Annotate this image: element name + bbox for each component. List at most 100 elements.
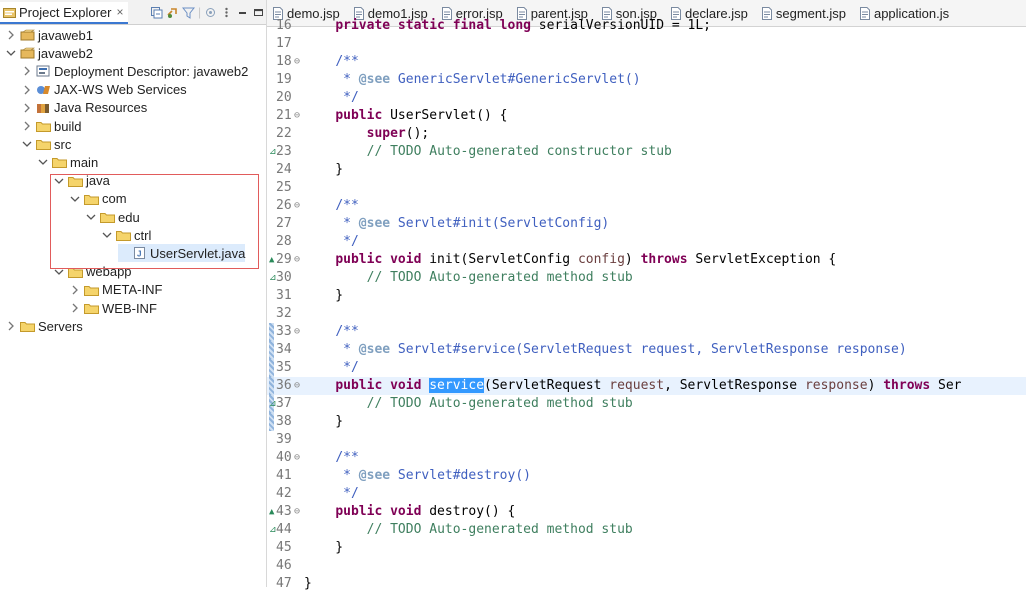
code-line[interactable]: ⊿ 44 // TODO Auto-generated method stub	[267, 521, 1026, 539]
code-line[interactable]: 25	[267, 179, 1026, 197]
code-line[interactable]: 46	[267, 557, 1026, 575]
fold-toggle-icon[interactable]: ⊖	[294, 251, 300, 269]
fold-toggle-icon[interactable]: ⊖	[294, 503, 300, 521]
tree-item-label: javaweb1	[38, 27, 93, 43]
code-line[interactable]: ⊿ 37 // TODO Auto-generated method stub	[267, 395, 1026, 413]
code-line[interactable]: 31 }	[267, 287, 1026, 305]
tree-item[interactable]: META-INF	[70, 281, 162, 299]
tree-item[interactable]: javaweb2	[6, 44, 93, 62]
code-token: @see	[358, 468, 391, 483]
folder-icon	[84, 285, 99, 296]
code-line[interactable]: 36 ⊖ public void service(ServletRequest r…	[267, 377, 1026, 395]
tab-project-explorer[interactable]: Project Explorer ×	[0, 2, 128, 24]
chevron-right-icon[interactable]	[22, 103, 32, 113]
tree-item[interactable]: main	[38, 153, 98, 171]
fold-toggle-icon[interactable]: ⊖	[294, 107, 300, 125]
code-line[interactable]: 17	[267, 35, 1026, 53]
tree-item[interactable]: JAX-WS Web Services	[22, 81, 187, 99]
chevron-right-icon[interactable]	[70, 303, 80, 313]
code-line[interactable]: 20 */	[267, 89, 1026, 107]
line-number: 21	[276, 108, 292, 123]
code-token: ();	[405, 126, 430, 141]
fold-toggle-icon[interactable]: ⊖	[294, 197, 300, 215]
code-line[interactable]: 38 }	[267, 413, 1026, 431]
chevron-right-icon[interactable]	[6, 321, 16, 331]
filter-icon[interactable]	[182, 6, 195, 19]
tree-item[interactable]: Servers	[6, 317, 83, 335]
code-line[interactable]: 18 ⊖ /**	[267, 53, 1026, 71]
folder-icon	[20, 322, 35, 333]
chevron-down-icon[interactable]	[38, 157, 48, 167]
maximize-icon[interactable]	[252, 6, 265, 19]
code-line[interactable]: 40 ⊖ /**	[267, 449, 1026, 467]
library-icon	[37, 103, 49, 113]
fold-toggle-icon[interactable]: ⊖	[294, 449, 300, 467]
folder-icon	[84, 304, 99, 314]
explorer-toolbar: |	[150, 5, 265, 19]
code-line[interactable]: 32	[267, 305, 1026, 323]
code-line[interactable]: 47}	[267, 575, 1026, 593]
code-text: /**	[304, 449, 358, 467]
code-token: // TODO Auto-generated method stub	[366, 396, 633, 411]
line-number: 31	[276, 288, 292, 303]
code-token: *	[304, 342, 359, 357]
code-line[interactable]: ▲ 29 ⊖ public void init(ServletConfig conf…	[267, 251, 1026, 269]
code-line[interactable]: 39	[267, 431, 1026, 449]
code-line[interactable]: 27 * @see Servlet#init(ServletConfig)	[267, 215, 1026, 233]
code-line[interactable]: 28 */	[267, 233, 1026, 251]
tree-item[interactable]: src	[22, 135, 71, 153]
code-line[interactable]: 41 * @see Servlet#destroy()	[267, 467, 1026, 485]
code-line[interactable]: 45 }	[267, 539, 1026, 557]
code-line[interactable]: ⊿ 23 // TODO Auto-generated constructor s…	[267, 143, 1026, 161]
chevron-right-icon[interactable]	[22, 85, 32, 95]
minimize-icon[interactable]	[236, 6, 249, 19]
tree-item-label: javaweb2	[38, 45, 93, 61]
collapse-all-icon[interactable]	[150, 6, 163, 19]
chevron-down-icon[interactable]	[22, 139, 32, 149]
code-text: public UserServlet() {	[304, 107, 507, 125]
override-marker-icon[interactable]: ▲	[269, 503, 274, 521]
tree-item[interactable]: build	[22, 117, 81, 135]
code-area[interactable]: 16 private static final long serialVersi…	[267, 18, 1026, 591]
code-line[interactable]: 21 ⊖ public UserServlet() {	[267, 107, 1026, 125]
fold-toggle-icon[interactable]: ⊖	[294, 323, 300, 341]
code-line[interactable]: ▲ 43 ⊖ public void destroy() {	[267, 503, 1026, 521]
code-line[interactable]: 16 private static final long serialVersi…	[267, 17, 1026, 35]
code-token: private static final long	[335, 18, 531, 33]
chevron-right-icon[interactable]	[22, 66, 32, 76]
tree-item[interactable]: Java Resources	[22, 99, 147, 117]
link-with-editor-icon[interactable]	[166, 6, 179, 19]
fold-toggle-icon[interactable]: ⊖	[294, 377, 300, 395]
tree-item[interactable]: javaweb1	[6, 26, 93, 44]
tree-item-label: JAX-WS Web Services	[54, 82, 187, 98]
view-menu-icon[interactable]	[220, 6, 233, 19]
chevron-right-icon[interactable]	[70, 285, 80, 295]
code-line[interactable]: 22 super();	[267, 125, 1026, 143]
code-line[interactable]: ⊿ 30 // TODO Auto-generated method stub	[267, 269, 1026, 287]
code-line[interactable]: 33 ⊖ /**	[267, 323, 1026, 341]
code-text: /**	[304, 53, 358, 71]
chevron-down-icon[interactable]	[6, 48, 16, 58]
code-line[interactable]: 24 }	[267, 161, 1026, 179]
chevron-right-icon[interactable]	[22, 121, 32, 131]
line-number: 42	[276, 486, 292, 501]
chevron-right-icon[interactable]	[6, 30, 16, 40]
focus-on-active-task-icon[interactable]	[204, 6, 217, 19]
tree-item[interactable]: WEB-INF	[70, 299, 157, 317]
code-line[interactable]: 34 * @see Servlet#service(ServletRequest…	[267, 341, 1026, 359]
close-icon[interactable]: ×	[116, 5, 123, 19]
folder-icon	[36, 122, 51, 132]
fold-toggle-icon[interactable]: ⊖	[294, 53, 300, 71]
code-line[interactable]: 19 * @see GenericServlet#GenericServlet(…	[267, 71, 1026, 89]
code-line[interactable]: 35 */	[267, 359, 1026, 377]
code-line[interactable]: 42 */	[267, 485, 1026, 503]
line-gutter: 40 ⊖	[267, 449, 304, 467]
code-line[interactable]: 26 ⊖ /**	[267, 197, 1026, 215]
tree-item[interactable]: Deployment Descriptor: javaweb2	[22, 62, 248, 80]
line-number: 38	[276, 414, 292, 429]
override-marker-icon[interactable]: ▲	[269, 251, 274, 269]
